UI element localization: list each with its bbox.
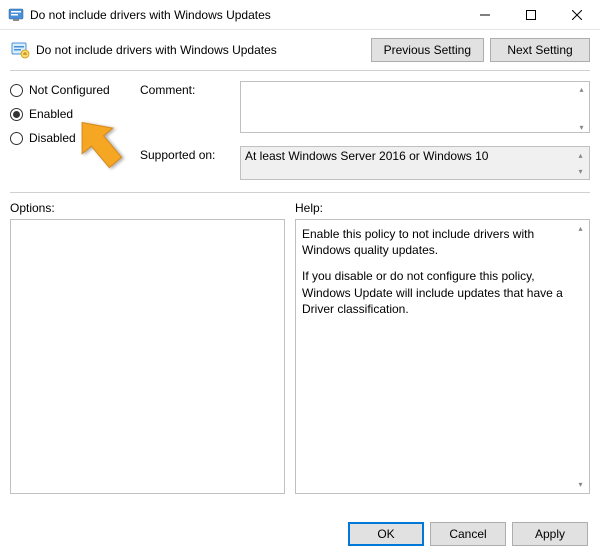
radio-enabled[interactable]: Enabled bbox=[10, 107, 140, 121]
scroll-up-icon[interactable]: ▴ bbox=[572, 220, 589, 237]
comment-label: Comment: bbox=[140, 81, 240, 136]
supported-on-value: At least Windows Server 2016 or Windows … bbox=[245, 149, 488, 163]
options-panel: Options: bbox=[10, 201, 285, 494]
help-panel: Help: Enable this policy to not include … bbox=[295, 201, 590, 494]
next-setting-button[interactable]: Next Setting bbox=[490, 38, 590, 62]
fields-column: Comment: ▴ ▾ Supported on: At least Wind… bbox=[140, 81, 590, 190]
help-text: If you disable or do not configure this … bbox=[302, 268, 583, 317]
previous-setting-button[interactable]: Previous Setting bbox=[371, 38, 484, 62]
apply-button[interactable]: Apply bbox=[512, 522, 588, 546]
radio-icon bbox=[10, 84, 23, 97]
config-area: Not Configured Enabled Disabled Comment:… bbox=[0, 81, 600, 190]
supported-scrollbar: ▴ ▾ bbox=[572, 147, 589, 179]
state-radio-group: Not Configured Enabled Disabled bbox=[10, 81, 140, 190]
policy-app-icon bbox=[8, 7, 24, 23]
options-label: Options: bbox=[10, 201, 285, 215]
comment-scrollbar: ▴ ▾ bbox=[573, 81, 590, 136]
divider bbox=[10, 70, 590, 71]
ok-button[interactable]: OK bbox=[348, 522, 424, 546]
radio-not-configured[interactable]: Not Configured bbox=[10, 83, 140, 97]
titlebar: Do not include drivers with Windows Upda… bbox=[0, 0, 600, 30]
scroll-up-icon[interactable]: ▴ bbox=[572, 147, 589, 163]
radio-icon bbox=[10, 132, 23, 145]
window-controls bbox=[462, 0, 600, 30]
window-title: Do not include drivers with Windows Upda… bbox=[30, 8, 462, 22]
header-row: Do not include drivers with Windows Upda… bbox=[0, 30, 600, 64]
help-scrollbar: ▴ ▾ bbox=[572, 220, 589, 493]
scroll-down-icon[interactable]: ▾ bbox=[572, 476, 589, 493]
scroll-down-icon[interactable]: ▾ bbox=[572, 163, 589, 179]
comment-input[interactable] bbox=[240, 81, 590, 133]
radio-label: Not Configured bbox=[29, 83, 110, 97]
divider bbox=[10, 192, 590, 193]
help-label: Help: bbox=[295, 201, 590, 215]
policy-title: Do not include drivers with Windows Upda… bbox=[36, 43, 365, 57]
minimize-button[interactable] bbox=[462, 0, 508, 30]
help-text: Enable this policy to not include driver… bbox=[302, 226, 583, 258]
cancel-button[interactable]: Cancel bbox=[430, 522, 506, 546]
supported-on-label: Supported on: bbox=[140, 146, 240, 180]
radio-label: Enabled bbox=[29, 107, 73, 121]
dialog-footer: OK Cancel Apply bbox=[348, 522, 588, 546]
radio-label: Disabled bbox=[29, 131, 76, 145]
supported-on-box: At least Windows Server 2016 or Windows … bbox=[240, 146, 590, 180]
options-box bbox=[10, 219, 285, 494]
scroll-down-icon[interactable]: ▾ bbox=[573, 119, 590, 136]
help-box: Enable this policy to not include driver… bbox=[295, 219, 590, 494]
close-button[interactable] bbox=[554, 0, 600, 30]
radio-icon bbox=[10, 108, 23, 121]
maximize-button[interactable] bbox=[508, 0, 554, 30]
radio-disabled[interactable]: Disabled bbox=[10, 131, 140, 145]
policy-icon bbox=[10, 40, 30, 60]
panels-row: Options: Help: Enable this policy to not… bbox=[0, 201, 600, 494]
scroll-up-icon[interactable]: ▴ bbox=[573, 81, 590, 98]
